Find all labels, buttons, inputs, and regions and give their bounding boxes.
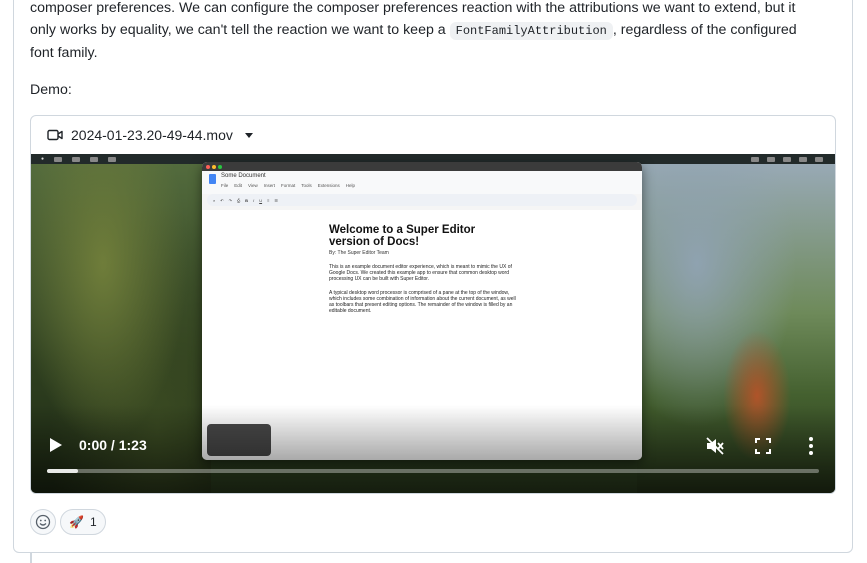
docs-header: Some Document File Edit View Insert Form… bbox=[202, 171, 642, 194]
docs-menu-item: Help bbox=[345, 183, 356, 188]
italic-icon: I bbox=[253, 197, 255, 203]
fullscreen-icon[interactable] bbox=[755, 438, 771, 454]
more-options-icon[interactable] bbox=[807, 436, 815, 456]
reaction-count: 1 bbox=[89, 515, 97, 529]
docs-menu-item: Extensions bbox=[317, 183, 340, 188]
docs-menu-item: Insert bbox=[263, 183, 275, 188]
apple-icon: ● bbox=[41, 156, 45, 162]
comment-text-line-1: composer preferences. We can configure t… bbox=[30, 0, 796, 16]
menubar-status-item bbox=[751, 156, 759, 162]
chevron-down-icon bbox=[244, 132, 253, 138]
minimize-icon bbox=[212, 164, 216, 169]
time-separator: / bbox=[107, 437, 119, 453]
docs-document-title: Some Document bbox=[221, 173, 266, 179]
menubar-item bbox=[72, 156, 81, 162]
video-summary-toggle[interactable]: 2024-01-23.20-49-44.mov bbox=[31, 116, 835, 154]
muted-speaker-icon[interactable] bbox=[705, 436, 725, 456]
video-progress-bar[interactable] bbox=[47, 469, 819, 473]
menubar-status-item bbox=[767, 156, 775, 162]
docs-menu-item: File bbox=[221, 183, 229, 188]
rocket-icon: 🚀 bbox=[69, 515, 84, 529]
redo-icon: ↷ bbox=[228, 197, 232, 203]
doc-paragraph: This is an example document editor exper… bbox=[329, 264, 512, 282]
app-titlebar bbox=[202, 162, 642, 171]
zoom-icon bbox=[218, 164, 222, 169]
print-icon: ⎙ bbox=[236, 197, 241, 203]
comment-text-line-2b: , regardless of the configured bbox=[612, 22, 797, 38]
docs-menu-item: Edit bbox=[234, 183, 243, 188]
duration: 1:23 bbox=[118, 437, 147, 453]
menubar-item bbox=[54, 156, 63, 162]
menubar-item bbox=[108, 156, 117, 162]
list-icon: ☰ bbox=[274, 197, 279, 203]
menubar-status-item bbox=[815, 156, 823, 162]
docs-logo-icon bbox=[209, 174, 216, 184]
inline-code: FontFamilyAttribution bbox=[449, 22, 613, 40]
current-time: 0:00 bbox=[79, 437, 108, 453]
menubar-item bbox=[90, 156, 99, 162]
doc-paragraph: A typical desktop word processor is comp… bbox=[329, 290, 516, 314]
comment-text-line-3: font family. bbox=[30, 45, 98, 61]
close-icon bbox=[206, 164, 210, 169]
smiley-icon bbox=[35, 514, 51, 530]
add-reaction-button[interactable] bbox=[30, 509, 56, 535]
demo-label: Demo: bbox=[30, 82, 72, 98]
undo-icon: ↶ bbox=[220, 197, 224, 203]
docs-toolbar: ⌕ ↶ ↷ ⎙ B I U ≡ ☰ bbox=[207, 194, 637, 206]
video-progress-fill bbox=[47, 469, 78, 473]
video-camera-icon bbox=[47, 129, 63, 141]
time-display: 0:00 / 1:23 bbox=[79, 437, 147, 453]
align-icon: ≡ bbox=[267, 197, 270, 203]
docs-menu-item: Format bbox=[280, 183, 296, 188]
play-icon[interactable] bbox=[49, 437, 63, 453]
menubar-status-item bbox=[799, 156, 807, 162]
video-player[interactable]: ● Some Document File Edit View Insert Fo… bbox=[31, 154, 835, 493]
doc-byline: By: The Super Editor Team bbox=[329, 250, 389, 256]
search-icon: ⌕ bbox=[213, 197, 216, 203]
video-attachment: 2024-01-23.20-49-44.mov ● Some Document … bbox=[30, 115, 836, 494]
comment-text-line-2a: only works by equality, we can't tell th… bbox=[30, 22, 450, 38]
bold-icon: B bbox=[245, 197, 249, 203]
docs-menu-item: Tools bbox=[301, 183, 312, 188]
video-filename: 2024-01-23.20-49-44.mov bbox=[71, 127, 233, 143]
menubar-status-item bbox=[783, 156, 791, 162]
docs-menu-item: View bbox=[248, 183, 258, 188]
reaction-rocket[interactable]: 🚀 1 bbox=[60, 509, 106, 535]
doc-title: Welcome to a Super Editor version of Doc… bbox=[329, 224, 476, 248]
doc-content: Welcome to a Super Editor version of Doc… bbox=[329, 224, 519, 314]
underline-icon: U bbox=[259, 197, 263, 203]
reactions-bar: 🚀 1 bbox=[30, 509, 106, 535]
menubar-status bbox=[751, 156, 835, 162]
timeline-connector bbox=[30, 553, 32, 563]
comment-body: composer preferences. We can configure t… bbox=[30, 0, 830, 64]
docs-menu: File Edit View Insert Format Tools Exten… bbox=[221, 183, 355, 188]
